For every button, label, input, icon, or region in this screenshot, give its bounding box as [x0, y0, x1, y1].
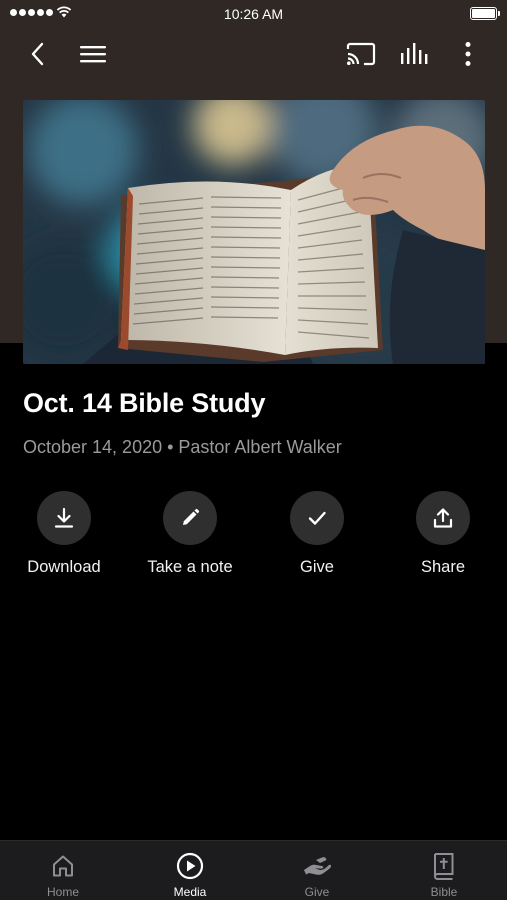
back-button[interactable]: [20, 36, 56, 72]
download-button[interactable]: Download: [4, 491, 124, 577]
pencil-icon: [183, 508, 200, 525]
menu-button[interactable]: [75, 36, 111, 72]
cast-icon: [346, 42, 376, 66]
tab-home-label: Home: [46, 885, 79, 899]
checkmark-icon: [308, 511, 326, 525]
bottom-tab-bar: Home Media Give Bible: [0, 840, 507, 900]
hero-image: [23, 100, 485, 364]
give-hand-icon: [302, 851, 332, 881]
battery-icon: [470, 7, 500, 20]
share-circle: [416, 491, 470, 545]
audio-button[interactable]: [397, 36, 433, 72]
take-a-note-label: Take a note: [147, 558, 233, 576]
top-nav-bar: [0, 30, 507, 76]
give-label: Give: [300, 558, 334, 576]
media-meta: October 14, 2020 • Pastor Albert Walker: [23, 437, 342, 457]
open-bible-photo: [23, 100, 485, 364]
more-vertical-icon: [465, 42, 471, 66]
status-time: 10:26 AM: [223, 6, 284, 22]
give-button[interactable]: Give: [257, 491, 377, 577]
tab-media[interactable]: Media: [127, 841, 253, 900]
play-circle-icon: [175, 851, 205, 881]
share-label: Share: [420, 558, 466, 576]
give-circle: [290, 491, 344, 545]
tab-media-label: Media: [173, 885, 207, 899]
share-icon: [433, 508, 453, 528]
download-icon: [54, 507, 74, 528]
tab-bible-label: Bible: [430, 885, 458, 899]
status-bar: 10:26 AM: [0, 0, 507, 28]
take-a-note-button[interactable]: Take a note: [130, 491, 250, 577]
tab-home[interactable]: Home: [0, 841, 126, 900]
media-title: Oct. 14 Bible Study: [23, 388, 266, 418]
audio-levels-icon: [401, 43, 428, 64]
tab-give[interactable]: Give: [254, 841, 380, 900]
share-button[interactable]: Share: [383, 491, 503, 577]
download-label: Download: [27, 558, 101, 576]
bible-icon: [429, 851, 459, 881]
tab-bible[interactable]: Bible: [381, 841, 507, 900]
chevron-left-icon: [31, 42, 44, 66]
cast-button[interactable]: [343, 36, 379, 72]
download-circle: [37, 491, 91, 545]
home-icon: [48, 851, 78, 881]
more-options-button[interactable]: [450, 36, 486, 72]
hamburger-menu-icon: [80, 46, 106, 63]
tab-give-label: Give: [304, 885, 330, 899]
take-a-note-circle: [163, 491, 217, 545]
